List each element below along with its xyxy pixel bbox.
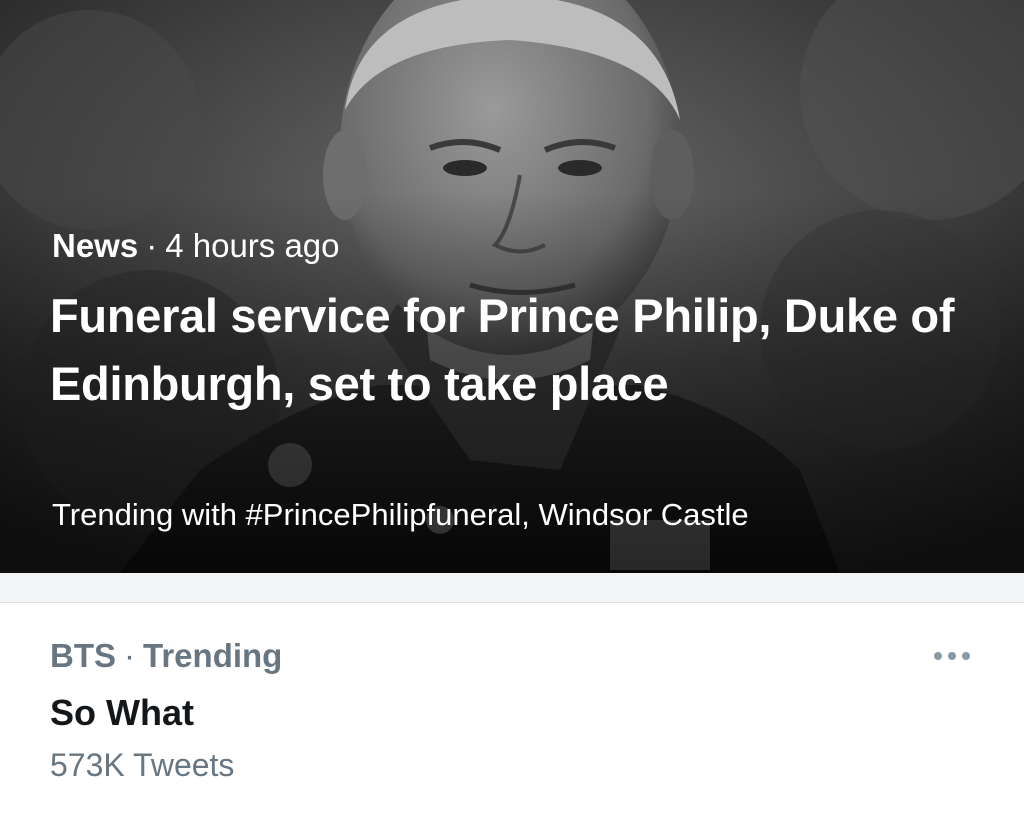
news-time: 4 hours ago (165, 227, 340, 264)
trend-topic: BTS (50, 637, 116, 674)
explore-page: News · 4 hours ago Funeral service for Pri… (0, 0, 1024, 817)
more-horizontal-icon (934, 652, 970, 660)
trend-item[interactable]: BTS · Trending So What 573K Tweets (0, 603, 1024, 817)
news-meta: News · 4 hours ago (52, 224, 340, 268)
trend-context: BTS · Trending (50, 636, 282, 676)
news-category: News (52, 227, 139, 264)
trend-name[interactable]: So What (50, 691, 194, 735)
trend-tweet-count: 573K Tweets (50, 747, 235, 783)
featured-news-card[interactable]: News · 4 hours ago Funeral service for Pri… (0, 0, 1024, 573)
section-divider (0, 573, 1024, 603)
more-options-button[interactable] (928, 641, 976, 671)
news-trending-with: Trending with #PrincePhilipfuneral, Wind… (52, 497, 749, 532)
meta-separator: · (146, 227, 158, 264)
trend-label: Trending (143, 637, 283, 674)
trend-separator: · (124, 637, 135, 674)
news-headline[interactable]: Funeral service for Prince Philip, Duke … (50, 282, 980, 418)
